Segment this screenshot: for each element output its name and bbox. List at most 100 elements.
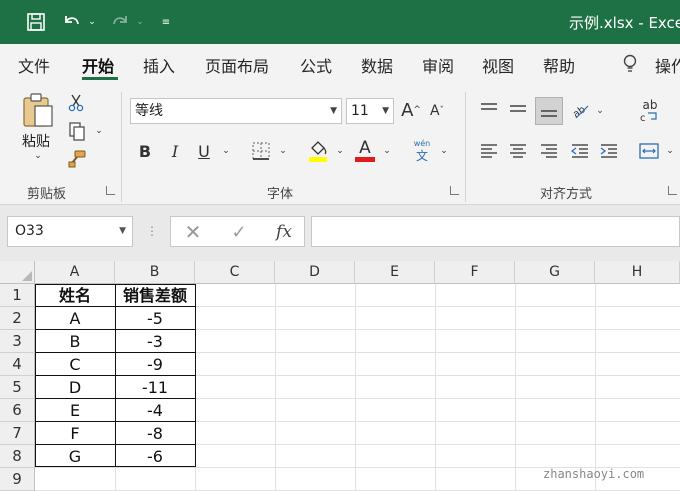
row-header[interactable]: 1 (0, 284, 35, 307)
tab-page-layout[interactable]: 页面布局 (205, 53, 269, 77)
cut-icon[interactable] (66, 93, 86, 113)
redo-dropdown-icon[interactable]: ⌄ (134, 10, 146, 34)
cell-b6[interactable]: -4 (115, 399, 195, 422)
align-center-icon[interactable] (507, 140, 529, 162)
increase-indent-icon[interactable] (598, 140, 620, 162)
svg-text:c: c (640, 113, 646, 123)
row-header[interactable]: 6 (0, 399, 35, 422)
orientation-dropdown-icon[interactable]: ⌄ (594, 106, 606, 116)
borders-icon[interactable] (250, 141, 272, 161)
undo-dropdown-icon[interactable]: ⌄ (86, 10, 98, 34)
cell-b3[interactable]: -3 (115, 330, 195, 353)
save-icon[interactable] (24, 10, 48, 34)
align-right-icon[interactable] (538, 140, 560, 162)
cell-b2[interactable]: -5 (115, 307, 195, 330)
insert-function-icon[interactable]: fx (272, 221, 296, 243)
fill-color-dropdown-icon[interactable]: ⌄ (334, 146, 346, 156)
column-header-d[interactable]: D (275, 261, 355, 284)
row-header[interactable]: 4 (0, 353, 35, 376)
paste-dropdown-icon[interactable]: ⌄ (31, 150, 45, 162)
enter-icon[interactable]: ✓ (228, 221, 250, 243)
cell-a3[interactable]: B (35, 330, 115, 353)
row-header[interactable]: 9 (0, 468, 35, 491)
tell-me-search[interactable]: 操作 (655, 53, 680, 77)
tab-data[interactable]: 数据 (361, 53, 393, 77)
cell-b7[interactable]: -8 (115, 422, 195, 445)
redo-icon[interactable] (108, 10, 132, 34)
cell-b8[interactable]: -6 (115, 445, 195, 468)
grow-font-button[interactable]: A ^ (400, 98, 422, 122)
customize-toolbar-icon[interactable]: ≡ (158, 10, 174, 34)
paste-label[interactable]: 粘贴 (22, 131, 50, 151)
ribbon-separator (465, 92, 466, 202)
tab-view[interactable]: 视图 (482, 53, 514, 77)
column-header-b[interactable]: B (115, 261, 195, 284)
format-painter-icon[interactable] (66, 148, 88, 170)
column-header-a[interactable]: A (35, 261, 115, 284)
paste-icon[interactable] (20, 92, 56, 130)
alignment-group-label: 对齐方式 (540, 187, 593, 202)
font-size-select[interactable]: 11 ▼ (346, 98, 394, 124)
copy-dropdown-icon[interactable]: ⌄ (94, 126, 104, 136)
cell-a2[interactable]: A (35, 307, 115, 330)
align-bottom-icon[interactable] (535, 97, 563, 125)
tab-formulas[interactable]: 公式 (300, 53, 332, 77)
column-header-f[interactable]: F (435, 261, 515, 284)
bold-button[interactable]: B (136, 140, 154, 162)
select-all-button[interactable] (0, 261, 35, 284)
font-color-dropdown-icon[interactable]: ⌄ (381, 146, 393, 156)
name-box[interactable]: O33 ▼ (7, 216, 133, 247)
clipboard-launcher-icon[interactable] (106, 186, 115, 195)
borders-dropdown-icon[interactable]: ⌄ (277, 146, 289, 156)
row-header[interactable]: 8 (0, 445, 35, 468)
copy-icon[interactable] (66, 121, 88, 141)
formula-input[interactable] (311, 216, 680, 247)
align-left-icon[interactable] (478, 140, 500, 162)
row-header[interactable]: 5 (0, 376, 35, 399)
underline-dropdown-icon[interactable]: ⌄ (220, 146, 232, 156)
cell-a6[interactable]: E (35, 399, 115, 422)
fill-color-icon[interactable] (306, 138, 330, 164)
merge-center-icon[interactable] (638, 140, 660, 162)
cell-a1[interactable]: 姓名 (35, 284, 115, 307)
cell-b1[interactable]: 销售差额 (115, 284, 195, 307)
lightbulb-icon[interactable] (620, 53, 640, 75)
font-color-icon[interactable]: A (354, 137, 376, 163)
cell-b4[interactable]: -9 (115, 353, 195, 376)
cell-b5[interactable]: -11 (115, 376, 195, 399)
cancel-icon[interactable]: ✕ (182, 220, 204, 244)
font-group-label: 字体 (267, 187, 294, 202)
tab-help[interactable]: 帮助 (543, 53, 575, 77)
undo-icon[interactable] (60, 10, 84, 34)
font-launcher-icon[interactable] (450, 186, 459, 195)
row-header[interactable]: 3 (0, 330, 35, 353)
column-header-h[interactable]: H (595, 261, 680, 284)
orientation-icon[interactable]: ab (569, 99, 593, 121)
cell-a5[interactable]: D (35, 376, 115, 399)
cell-a4[interactable]: C (35, 353, 115, 376)
column-header-c[interactable]: C (195, 261, 275, 284)
italic-button[interactable]: I (166, 140, 184, 162)
align-top-icon[interactable] (478, 98, 500, 120)
phonetic-dropdown-icon[interactable]: ⌄ (438, 146, 450, 156)
tab-review[interactable]: 审阅 (422, 53, 454, 77)
wrap-text-icon[interactable]: ab c (638, 97, 662, 125)
tab-file[interactable]: 文件 (18, 53, 50, 77)
tab-insert[interactable]: 插入 (143, 53, 175, 77)
merge-dropdown-icon[interactable]: ⌄ (664, 146, 676, 156)
shrink-font-button[interactable]: Aˇ (426, 100, 448, 122)
cell-a7[interactable]: F (35, 422, 115, 445)
decrease-indent-icon[interactable] (569, 140, 591, 162)
alignment-launcher-icon[interactable] (668, 186, 677, 195)
tab-home[interactable]: 开始 (82, 53, 114, 77)
underline-button[interactable]: U (195, 140, 213, 162)
font-name-select[interactable]: 等线 ▼ (130, 98, 342, 124)
phonetic-guide-icon[interactable]: wén 文 (410, 138, 434, 164)
align-middle-icon[interactable] (507, 98, 529, 120)
column-header-e[interactable]: E (355, 261, 435, 284)
row-header[interactable]: 7 (0, 422, 35, 445)
cell-a8[interactable]: G (35, 445, 115, 468)
column-header-g[interactable]: G (515, 261, 595, 284)
watermark: zhanshaoyi.com (543, 467, 645, 481)
row-header[interactable]: 2 (0, 307, 35, 330)
